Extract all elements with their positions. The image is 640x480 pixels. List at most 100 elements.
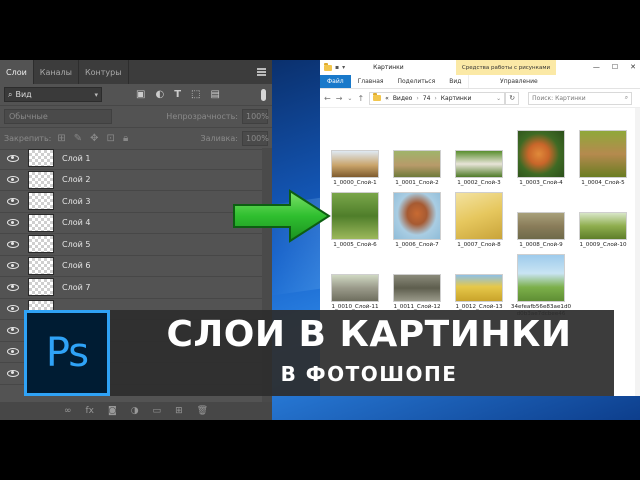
image-thumbnail: [393, 150, 441, 178]
layer-thumbnail: [28, 235, 54, 254]
new-fill-icon[interactable]: ◑: [131, 406, 139, 416]
lock-artboard-icon[interactable]: ⊡: [107, 133, 115, 144]
shape-filter-icon[interactable]: ⬚: [191, 89, 200, 100]
file-item[interactable]: 1_0009_Слой-10: [572, 192, 634, 249]
minimize-icon[interactable]: —: [593, 63, 600, 71]
trash-icon[interactable]: 🗑︎: [197, 406, 208, 416]
fill-field[interactable]: 100%: [242, 131, 269, 146]
eye-icon[interactable]: [7, 154, 19, 162]
file-name: 1_0002_Слой-3: [457, 180, 501, 186]
file-item[interactable]: 1_0005_Слой-6: [324, 192, 386, 249]
link-icon[interactable]: ∞: [64, 406, 72, 416]
eye-icon[interactable]: [7, 305, 19, 313]
ribbon-tab-file[interactable]: Файл: [320, 75, 351, 88]
layer-row[interactable]: Слой 1: [0, 148, 262, 170]
file-item[interactable]: 1_0011_Слой-12: [386, 254, 448, 311]
blend-row: Обычные Непрозрачность: 100%: [0, 106, 272, 128]
file-item[interactable]: 1_0008_Слой-9: [510, 192, 572, 249]
breadcrumb-item[interactable]: Картинки: [441, 95, 472, 102]
tab-layers[interactable]: Слои: [0, 60, 34, 84]
eye-icon[interactable]: [7, 176, 19, 184]
tab-paths[interactable]: Контуры: [79, 60, 129, 84]
eye-icon[interactable]: [7, 219, 19, 227]
ribbon-tab-view[interactable]: Вид: [442, 75, 468, 88]
eye-icon[interactable]: [7, 240, 19, 248]
layer-row[interactable]: Слой 2: [0, 170, 262, 191]
quick-access-toolbar: ▪ ▾: [324, 62, 345, 71]
close-icon[interactable]: ✕: [630, 63, 636, 71]
panel-tabs: Слои Каналы Контуры: [0, 60, 272, 84]
maximize-icon[interactable]: ☐: [612, 63, 618, 71]
window-controls: — ☐ ✕: [593, 63, 636, 71]
back-arrow-icon[interactable]: ←: [324, 94, 331, 103]
layer-row[interactable]: Слой 3: [0, 191, 262, 213]
layer-name: Слой 5: [62, 239, 91, 249]
file-item[interactable]: 1_0001_Слой-2: [386, 130, 448, 187]
up-arrow-icon[interactable]: ↑: [357, 94, 364, 103]
layer-row[interactable]: Слой 5: [0, 234, 262, 256]
opacity-field[interactable]: 100%: [242, 109, 269, 124]
image-thumbnail: [455, 274, 503, 302]
fx-icon[interactable]: fx: [85, 406, 94, 416]
refresh-icon[interactable]: ↻: [505, 91, 520, 105]
file-item[interactable]: 1_0002_Слой-3: [448, 130, 510, 187]
forward-arrow-icon[interactable]: →: [336, 94, 343, 103]
video-subtitle: В ФОТОШОПЕ: [280, 362, 458, 386]
eye-icon[interactable]: [7, 262, 19, 270]
lock-move-icon[interactable]: ✥: [90, 133, 98, 144]
adjustment-filter-icon[interactable]: ◐: [155, 89, 164, 100]
file-item[interactable]: 1_0007_Слой-8: [448, 192, 510, 249]
file-item[interactable]: 1_0006_Слой-7: [386, 192, 448, 249]
search-input[interactable]: Поиск: Картинки ⌕: [528, 91, 633, 105]
eye-icon[interactable]: [7, 326, 19, 334]
breadcrumb-overflow[interactable]: «: [385, 95, 389, 102]
layer-name: Слой 4: [62, 218, 91, 228]
file-item[interactable]: 1_0000_Слой-1: [324, 130, 386, 187]
lock-all-icon[interactable]: 🔒︎: [123, 133, 128, 144]
ribbon-tab-manage[interactable]: Управление: [468, 75, 568, 88]
filter-toggle[interactable]: [261, 89, 266, 101]
recent-chevron-icon[interactable]: ⌄: [347, 95, 352, 102]
chevron-down-icon[interactable]: ⌄: [496, 95, 501, 102]
layer-row[interactable]: Слой 4: [0, 213, 262, 234]
eye-icon[interactable]: [7, 283, 19, 291]
address-bar[interactable]: « Видео › 74 › Картинки ⌄: [369, 91, 506, 105]
panel-menu-icon[interactable]: [257, 68, 266, 76]
file-item[interactable]: 1_0003_Слой-4: [510, 130, 572, 187]
customize-icon[interactable]: ▾: [342, 64, 345, 71]
image-filter-icon[interactable]: ▣: [136, 89, 145, 100]
layer-row[interactable]: Слой 6: [0, 256, 262, 277]
eye-icon[interactable]: [7, 348, 19, 356]
mask-icon[interactable]: ◙: [108, 406, 117, 416]
ribbon-tab-home[interactable]: Главная: [351, 75, 391, 88]
ribbon-tab-share[interactable]: Поделиться: [391, 75, 443, 88]
file-item[interactable]: 1_0012_Слой-13: [448, 254, 510, 311]
file-item[interactable]: 34efeafb56e83ae1d0d0b3ae7dcbee46: [510, 254, 572, 318]
lock-label: Закрепить:: [4, 134, 52, 143]
file-name: 1_0007_Слой-8: [457, 242, 501, 248]
layer-filter-select[interactable]: ⌕ Вид ▾: [4, 87, 102, 102]
new-layer-icon[interactable]: ⊞: [175, 406, 183, 416]
eye-icon[interactable]: [7, 197, 19, 205]
blend-mode-select[interactable]: Обычные: [4, 109, 112, 124]
image-thumbnail: [579, 212, 627, 240]
folder-icon[interactable]: ▭: [153, 406, 162, 416]
eye-icon[interactable]: [7, 369, 19, 377]
window-title: Картинки: [373, 64, 404, 71]
breadcrumb-item[interactable]: Видео: [393, 95, 413, 102]
window-edge: [635, 108, 640, 396]
lock-pixels-icon[interactable]: ⊞: [57, 133, 65, 144]
lock-paint-icon[interactable]: ✎: [74, 133, 82, 144]
search-icon: ⌕: [624, 94, 629, 101]
save-icon[interactable]: ▪: [335, 64, 339, 71]
tab-channels[interactable]: Каналы: [34, 60, 79, 84]
smart-object-filter-icon[interactable]: ▤: [210, 89, 219, 100]
layer-row[interactable]: Слой 7: [0, 277, 262, 299]
file-item[interactable]: 1_0010_Слой-11: [324, 254, 386, 311]
file-item[interactable]: 1_0004_Слой-5: [572, 130, 634, 187]
breadcrumb-item[interactable]: 74: [423, 95, 431, 102]
text-filter-icon[interactable]: T: [174, 89, 181, 100]
green-arrow-icon: [233, 189, 331, 243]
lock-icons: ⊞ ✎ ✥ ⊡ 🔒︎: [57, 133, 128, 144]
image-thumbnail: [331, 192, 379, 240]
